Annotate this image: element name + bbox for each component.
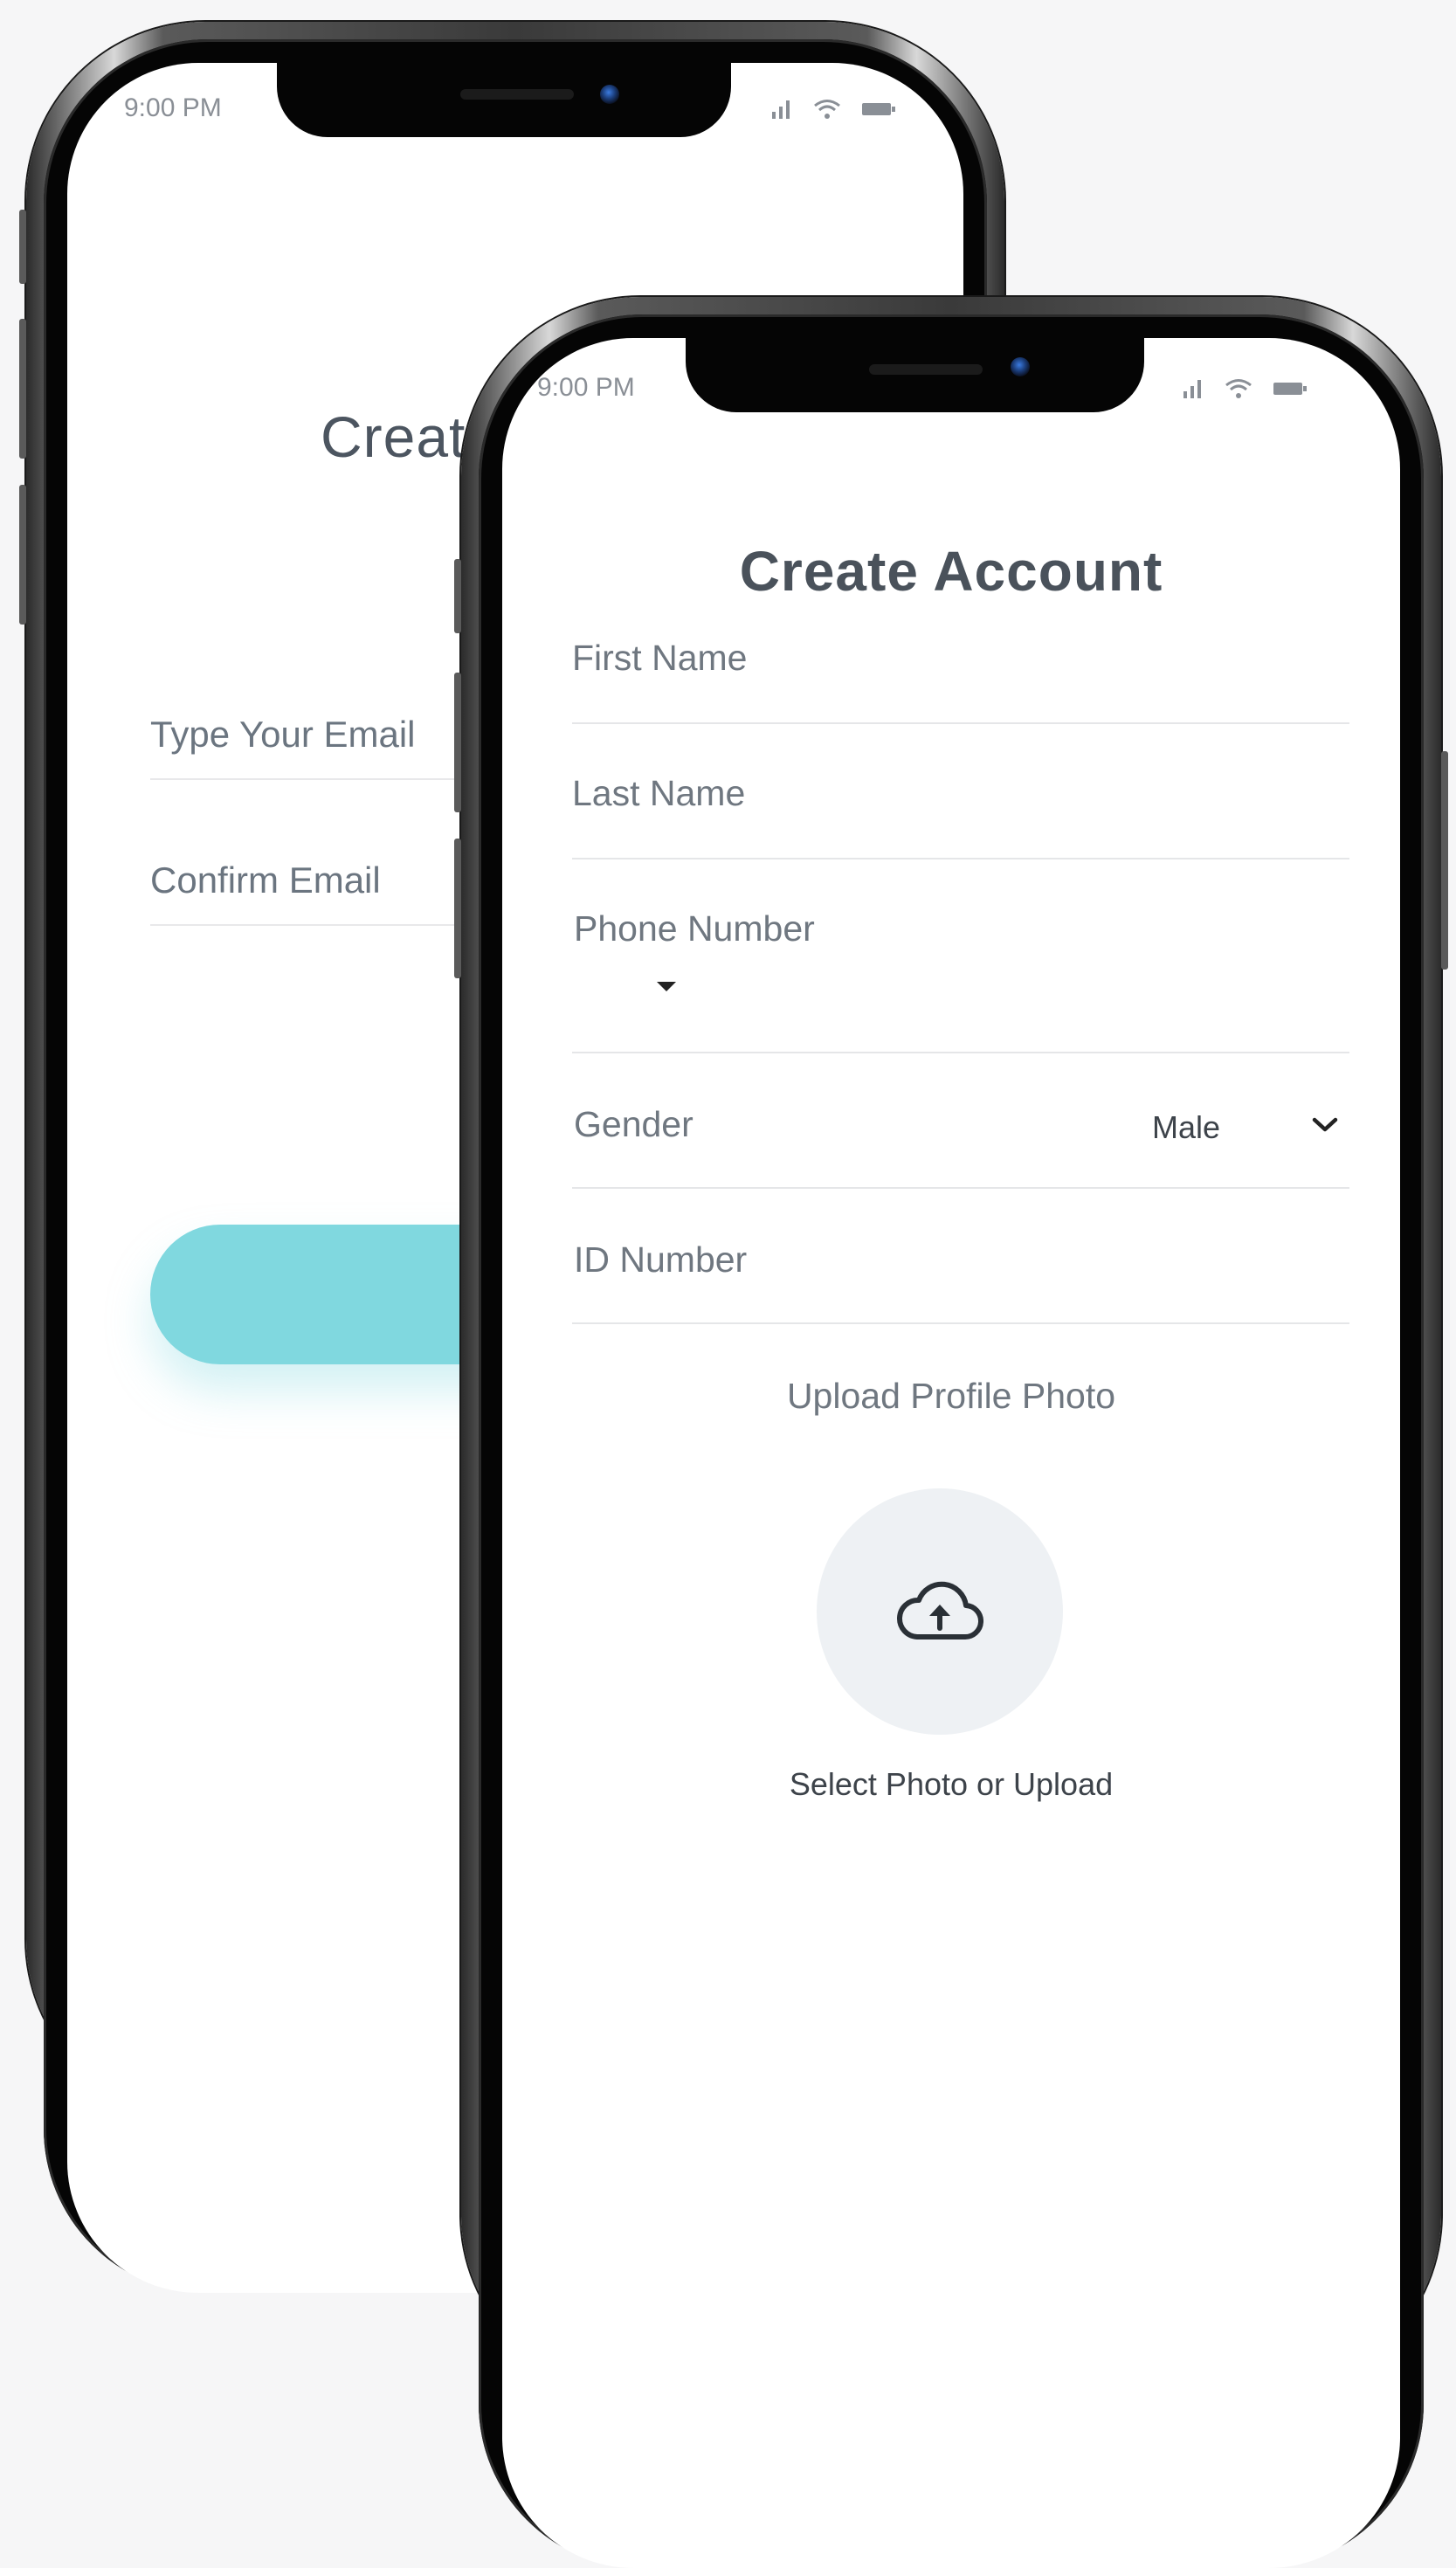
speaker-grille <box>869 364 983 375</box>
side-button <box>1441 751 1448 970</box>
last-name-placeholder: Last Name <box>572 773 746 813</box>
front-phone-frame: 9:00 PM Create Account First Name Last N… <box>454 297 1448 2568</box>
phone-number-label: Phone Number <box>574 908 815 949</box>
front-camera <box>1011 357 1030 376</box>
side-button <box>19 210 26 284</box>
side-button <box>454 839 461 978</box>
status-icons <box>770 98 896 121</box>
front-phone-screen: 9:00 PM Create Account First Name Last N… <box>502 338 1400 2568</box>
signal-icon <box>1183 380 1201 398</box>
last-name-field[interactable]: Last Name <box>572 722 1349 859</box>
gender-label: Gender <box>574 1104 693 1144</box>
side-button <box>19 485 26 625</box>
battery-icon <box>1273 383 1307 395</box>
wifi-icon <box>814 100 840 119</box>
side-button <box>19 319 26 459</box>
select-photo-caption: Select Photo or Upload <box>789 1766 1114 1802</box>
phone-number-field[interactable]: Phone Number <box>572 858 1349 1053</box>
chevron-down-icon[interactable] <box>1311 1116 1339 1134</box>
status-time: 9:00 PM <box>124 93 222 122</box>
status-icons <box>1182 377 1308 400</box>
first-name-placeholder: First Name <box>572 638 748 678</box>
battery-icon <box>862 103 895 115</box>
status-time: 9:00 PM <box>537 373 635 402</box>
first-name-field[interactable]: First Name <box>572 622 1349 724</box>
id-number-field[interactable]: ID Number <box>572 1187 1349 1324</box>
front-camera <box>600 85 619 104</box>
speaker-grille <box>460 89 574 100</box>
signal-icon <box>772 100 790 119</box>
gender-select[interactable]: Gender Male <box>572 1052 1349 1189</box>
page-title: Create Account <box>739 540 1163 603</box>
cloud-upload-icon <box>897 1581 983 1640</box>
country-code-dropdown-icon[interactable] <box>657 982 676 991</box>
side-button <box>454 673 461 812</box>
id-number-placeholder: ID Number <box>574 1239 748 1280</box>
side-button <box>454 559 461 633</box>
gender-selected-value: Male <box>1151 1109 1220 1145</box>
phone-notch <box>686 338 1144 412</box>
upload-profile-photo-label: Upload Profile Photo <box>786 1376 1116 1416</box>
wifi-icon <box>1225 379 1252 398</box>
phone-notch <box>277 63 731 137</box>
upload-photo-button[interactable] <box>817 1488 1063 1735</box>
